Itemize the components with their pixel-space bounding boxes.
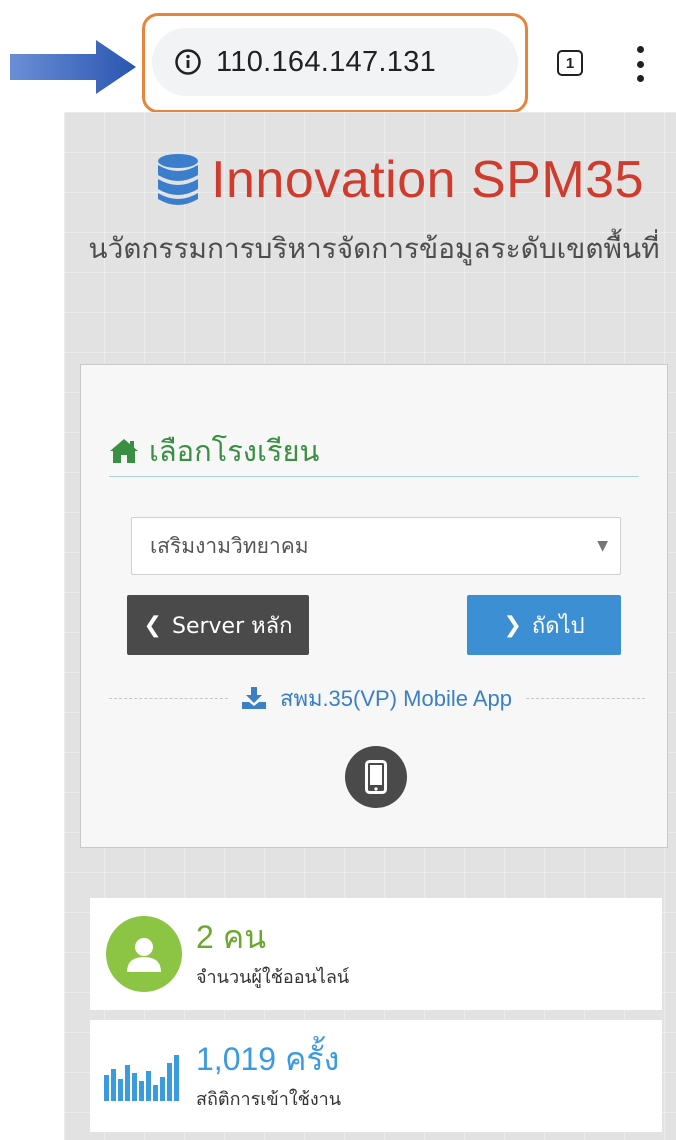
download-icon: [242, 687, 267, 709]
site-subtitle: นวัตกรรมการบริหารจัดการข้อมูลระดับเขตพื้…: [88, 232, 660, 265]
chevron-right-icon: ❯: [503, 612, 522, 638]
visit-count: 1,019 ครั้ง: [196, 1040, 340, 1077]
panel-heading: เลือกโรงเรียน: [109, 431, 639, 477]
tab-switcher-button[interactable]: 1: [557, 50, 583, 76]
panel-title: เลือกโรงเรียน: [149, 433, 320, 468]
main-server-button[interactable]: ❮ Server หลัก: [127, 595, 309, 655]
online-users-count: 2 คน: [196, 918, 266, 955]
mobile-app-button[interactable]: [345, 746, 407, 808]
online-users-label: จำนวนผู้ใช้ออนไลน์: [196, 966, 350, 988]
home-icon: [110, 438, 138, 463]
bar-chart-icon: [104, 1055, 179, 1101]
online-users-card: 2 คน จำนวนผู้ใช้ออนไลน์: [90, 898, 662, 1010]
chevron-left-icon: ❮: [143, 612, 162, 638]
database-icon: [158, 154, 199, 205]
school-select[interactable]: เสริมงามวิทยาคม ▼: [131, 517, 621, 575]
user-icon: [106, 916, 182, 992]
more-menu-icon[interactable]: [628, 44, 652, 84]
mobile-phone-icon: [365, 760, 387, 794]
school-select-panel: เลือกโรงเรียน เสริมงามวิทยาคม ▼ ❮ Server…: [80, 364, 668, 848]
brand-header: Innovation SPM35: [64, 150, 676, 210]
caret-down-icon: ▼: [597, 538, 608, 554]
next-button[interactable]: ❯ ถัดไป: [467, 595, 621, 655]
info-icon[interactable]: [174, 48, 202, 76]
main-server-label: Server หลัก: [171, 613, 293, 639]
site-title: Innovation SPM35: [211, 151, 644, 209]
divider-left: [109, 697, 229, 699]
mobile-app-link[interactable]: สพม.35(VP) Mobile App: [228, 681, 526, 716]
address-bar[interactable]: 110.164.147.131: [152, 28, 518, 96]
visit-count-label: สถิติการเข้าใช้งาน: [196, 1088, 342, 1110]
mobile-app-label: สพม.35(VP) Mobile App: [280, 685, 512, 711]
divider-right: [526, 697, 646, 699]
next-label: ถัดไป: [531, 613, 585, 639]
url-text[interactable]: 110.164.147.131: [216, 46, 436, 79]
school-select-value: เสริมงามวิทยาคม: [150, 533, 309, 558]
web-page: Innovation SPM35 นวัตกรรมการบริหารจัดการ…: [64, 112, 676, 1140]
mobile-app-row: สพม.35(VP) Mobile App: [109, 681, 646, 716]
annotation-arrow: [10, 40, 136, 94]
visit-stats-card: 1,019 ครั้ง สถิติการเข้าใช้งาน: [90, 1020, 662, 1132]
